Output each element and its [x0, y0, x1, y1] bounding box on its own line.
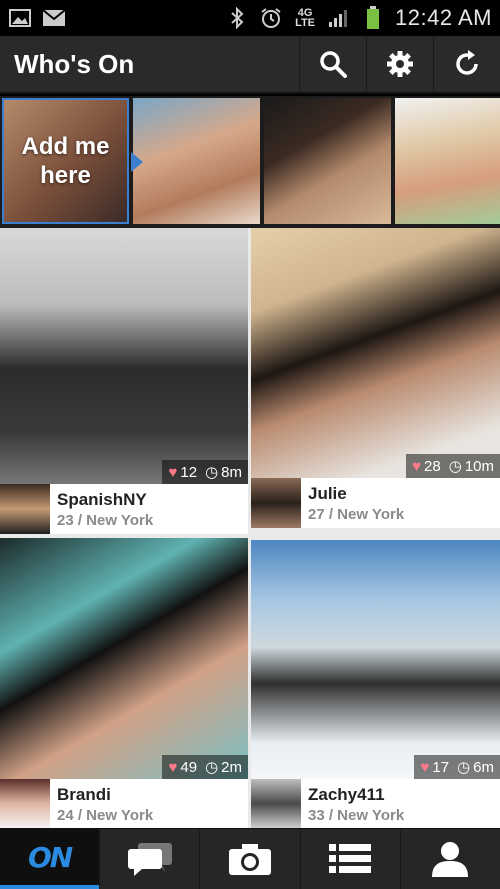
profile-stats: ♥ 17 ◷ 6m	[414, 755, 500, 779]
heart-icon: ♥	[412, 457, 422, 475]
refresh-icon	[456, 50, 478, 75]
strip-photo[interactable]	[395, 98, 500, 224]
profile-card[interactable]: ♥ 12 ◷ 8m SpanishNY 23 / New York	[0, 228, 248, 534]
nav-camera[interactable]	[199, 829, 299, 889]
profile-age-location: 24 / New York	[57, 807, 154, 824]
action-bar: Who's On	[0, 35, 500, 94]
bottom-nav: ON	[0, 828, 500, 889]
profile-age-location: 23 / New York	[57, 512, 154, 529]
nav-chat[interactable]	[99, 829, 199, 889]
heart-icon: ♥	[168, 463, 178, 481]
profile-name: SpanishNY	[57, 490, 147, 509]
profile-grid: ♥ 12 ◷ 8m SpanishNY 23 / New York ♥ 28 ◷ 10m…	[0, 228, 500, 828]
profile-card[interactable]: ♥ 49 ◷ 2m Brandi 24 / New York	[0, 538, 248, 828]
search-button[interactable]	[299, 35, 366, 93]
gmail-icon	[42, 7, 66, 29]
clock-icon: ◷	[205, 759, 219, 776]
profile-info: Zachy411 33 / New York	[251, 779, 500, 828]
on-home-icon: ON	[27, 840, 73, 874]
avatar	[251, 478, 301, 528]
page-title: Who's On	[14, 48, 135, 79]
online-strip: Add me here	[0, 96, 500, 228]
signal-icon	[327, 7, 351, 29]
clock-icon: ◷	[448, 458, 462, 475]
profile-stats: ♥ 28 ◷ 10m	[406, 454, 500, 478]
profile-photo	[251, 228, 500, 478]
profile-card[interactable]: ♥ 28 ◷ 10m Julie 27 / New York	[251, 228, 500, 528]
profile-info: Julie 27 / New York	[251, 478, 500, 528]
list-icon	[329, 844, 372, 873]
settings-button[interactable]	[366, 35, 433, 93]
heart-icon: ♥	[420, 758, 430, 776]
strip-arrow-icon	[131, 152, 143, 172]
nav-list[interactable]	[299, 829, 400, 889]
clock-icon: ◷	[457, 759, 471, 776]
nav-profile[interactable]	[399, 829, 500, 889]
profile-info: SpanishNY 23 / New York	[0, 484, 248, 534]
clock: 12:42 AM	[395, 5, 492, 30]
profile-age-location: 27 / New York	[308, 506, 405, 523]
settings-icon	[387, 51, 413, 77]
strip-photo[interactable]	[264, 98, 391, 224]
avatar	[251, 779, 301, 828]
profile-name: Julie	[308, 484, 347, 503]
bluetooth-icon	[225, 7, 249, 29]
chat-icon	[127, 843, 172, 876]
heart-icon: ♥	[168, 758, 178, 776]
clock-icon: ◷	[205, 464, 219, 481]
profile-name: Brandi	[57, 785, 111, 804]
profile-photo	[251, 540, 500, 779]
camera-icon	[229, 844, 271, 875]
profile-photo	[0, 228, 248, 484]
alarm-icon	[259, 7, 283, 29]
profile-info: Brandi 24 / New York	[0, 779, 248, 828]
nav-home[interactable]: ON	[0, 829, 100, 889]
profile-card[interactable]: ♥ 17 ◷ 6m Zachy411 33 / New York	[251, 540, 500, 828]
strip-photo[interactable]	[133, 98, 260, 224]
profile-age-location: 33 / New York	[308, 807, 405, 824]
add-me-tile[interactable]: Add me here	[2, 98, 129, 224]
profile-stats: ♥ 12 ◷ 8m	[162, 460, 248, 484]
status-bar: 4G LTE 12:42 AM	[0, 0, 500, 36]
add-me-label: Add me here	[21, 133, 110, 189]
battery-icon	[361, 6, 385, 29]
refresh-button[interactable]	[433, 35, 500, 93]
avatar	[0, 779, 50, 828]
gallery-icon	[8, 7, 32, 29]
profile-icon	[432, 842, 469, 877]
profile-name: Zachy411	[308, 785, 385, 804]
avatar	[0, 484, 50, 534]
profile-photo	[0, 538, 248, 779]
profile-stats: ♥ 49 ◷ 2m	[162, 755, 248, 779]
search-icon	[320, 51, 347, 78]
4g-lte-icon: 4G LTE	[295, 7, 316, 29]
